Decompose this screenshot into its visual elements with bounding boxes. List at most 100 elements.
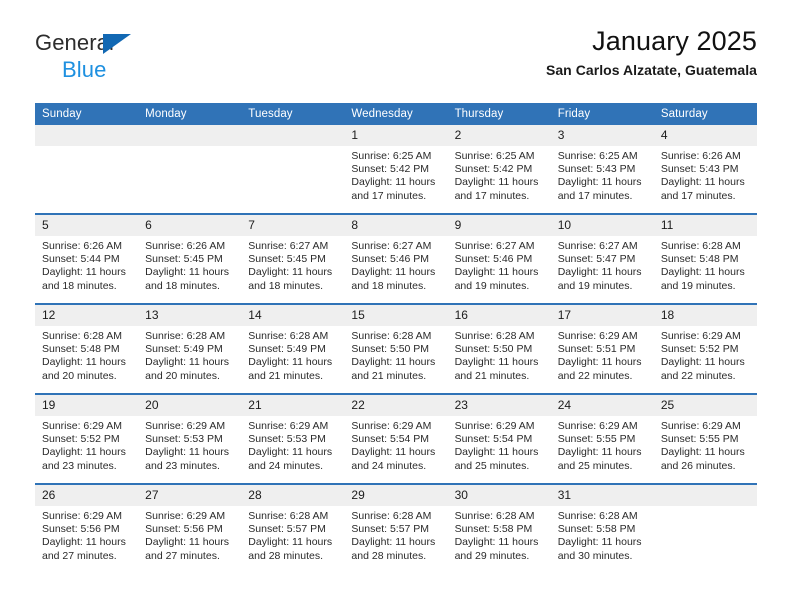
daylight-text: Daylight: 11 hours and 18 minutes. xyxy=(248,266,333,292)
sunset-text: Sunset: 5:55 PM xyxy=(557,433,636,446)
weekday-header-wednesday: Wednesday xyxy=(344,103,448,125)
calendar-day-cell[interactable]: 4 Sunrise: 6:26 AM Sunset: 5:43 PM Daylight… xyxy=(653,125,757,214)
weekday-header-tuesday: Tuesday xyxy=(241,103,345,125)
day-details: Sunrise: 6:28 AM Sunset: 5:49 PM Daylight:… xyxy=(241,326,344,383)
calendar-day-cell[interactable]: 8 Sunrise: 6:27 AM Sunset: 5:46 PM Daylight… xyxy=(344,213,448,304)
calendar-day-cell[interactable]: 12 Sunrise: 6:28 AM Sunset: 5:48 PM Dayligh… xyxy=(35,303,139,394)
day-number: 28 xyxy=(241,485,345,506)
day-number: 31 xyxy=(550,485,654,506)
calendar-day-cell[interactable]: 29 Sunrise: 6:28 AM Sunset: 5:57 PM Dayligh… xyxy=(344,483,448,573)
sunrise-text: Sunrise: 6:27 AM xyxy=(454,240,535,252)
calendar-day-cell[interactable]: 30 Sunrise: 6:28 AM Sunset: 5:58 PM Dayligh… xyxy=(447,483,551,573)
calendar-day-cell[interactable]: 15 Sunrise: 6:28 AM Sunset: 5:50 PM Dayligh… xyxy=(344,303,448,394)
sunset-text: Sunset: 5:56 PM xyxy=(42,523,120,536)
calendar-day-cell[interactable]: 9 Sunrise: 6:27 AM Sunset: 5:46 PM Daylight… xyxy=(447,213,551,304)
day-details: Sunrise: 6:26 AM Sunset: 5:45 PM Daylight:… xyxy=(138,236,241,293)
sunset-text: Sunset: 5:54 PM xyxy=(454,433,533,446)
day-number: 6 xyxy=(138,215,242,236)
sunset-text: Sunset: 5:43 PM xyxy=(557,163,636,176)
sunset-text: Sunset: 5:43 PM xyxy=(660,163,739,176)
calendar-day-cell[interactable]: 13 Sunrise: 6:28 AM Sunset: 5:49 PM Dayligh… xyxy=(138,303,242,394)
calendar-day-cell[interactable]: 28 Sunrise: 6:28 AM Sunset: 5:57 PM Dayligh… xyxy=(241,483,345,573)
weekday-header-monday: Monday xyxy=(138,103,242,125)
day-number: 23 xyxy=(447,395,551,416)
day-number: 21 xyxy=(241,395,345,416)
calendar-day-cell[interactable]: 31 Sunrise: 6:28 AM Sunset: 5:58 PM Dayligh… xyxy=(550,483,654,573)
sunrise-text: Sunrise: 6:29 AM xyxy=(248,420,329,432)
page-header: General Blue January 2025 San Carlos Alz… xyxy=(0,0,792,81)
calendar-day-cell[interactable]: 7 Sunrise: 6:27 AM Sunset: 5:45 PM Daylight… xyxy=(241,213,345,304)
day-details: Sunrise: 6:29 AM Sunset: 5:53 PM Daylight:… xyxy=(138,416,241,473)
day-details: Sunrise: 6:26 AM Sunset: 5:43 PM Daylight:… xyxy=(654,146,757,203)
calendar-day-cell[interactable]: 22 Sunrise: 6:29 AM Sunset: 5:54 PM Dayligh… xyxy=(344,393,448,484)
sunrise-text: Sunrise: 6:27 AM xyxy=(248,240,329,252)
calendar-day-cell[interactable]: 1 Sunrise: 6:25 AM Sunset: 5:42 PM Daylight… xyxy=(344,125,448,214)
calendar-day-cell[interactable]: 11 Sunrise: 6:28 AM Sunset: 5:48 PM Dayligh… xyxy=(653,213,757,304)
sunrise-text: Sunrise: 6:29 AM xyxy=(660,420,741,432)
calendar-day-cell[interactable]: 14 Sunrise: 6:28 AM Sunset: 5:49 PM Dayligh… xyxy=(241,303,345,394)
day-details: Sunrise: 6:29 AM Sunset: 5:53 PM Daylight:… xyxy=(241,416,344,473)
sunset-text: Sunset: 5:52 PM xyxy=(42,433,120,446)
calendar-day-cell[interactable]: 19 Sunrise: 6:29 AM Sunset: 5:52 PM Dayligh… xyxy=(35,393,139,484)
day-details: Sunrise: 6:25 AM Sunset: 5:43 PM Daylight:… xyxy=(551,146,654,203)
day-details: Sunrise: 6:28 AM Sunset: 5:57 PM Daylight:… xyxy=(241,506,344,563)
sunset-text: Sunset: 5:58 PM xyxy=(454,523,533,536)
day-number: 14 xyxy=(241,305,345,326)
sunrise-text: Sunrise: 6:29 AM xyxy=(351,420,432,432)
day-number: 18 xyxy=(653,305,757,326)
weekday-header-sunday: Sunday xyxy=(35,103,139,125)
brand-logo[interactable]: General Blue xyxy=(35,32,131,81)
sunrise-text: Sunrise: 6:27 AM xyxy=(351,240,432,252)
sunrise-text: Sunrise: 6:28 AM xyxy=(454,510,535,522)
daylight-text: Daylight: 11 hours and 26 minutes. xyxy=(660,446,745,472)
sunrise-text: Sunrise: 6:26 AM xyxy=(660,150,741,162)
day-number: 7 xyxy=(241,215,345,236)
sunrise-text: Sunrise: 6:29 AM xyxy=(557,330,638,342)
sunset-text: Sunset: 5:53 PM xyxy=(248,433,326,446)
daylight-text: Daylight: 11 hours and 23 minutes. xyxy=(145,446,229,472)
day-details: Sunrise: 6:27 AM Sunset: 5:46 PM Daylight:… xyxy=(344,236,447,293)
day-number: 11 xyxy=(653,215,757,236)
calendar-day-cell[interactable]: 5 Sunrise: 6:26 AM Sunset: 5:44 PM Daylight… xyxy=(35,213,139,304)
sunrise-text: Sunrise: 6:28 AM xyxy=(660,240,741,252)
day-details: Sunrise: 6:28 AM Sunset: 5:50 PM Daylight:… xyxy=(448,326,551,383)
weekday-header-friday: Friday xyxy=(550,103,654,125)
calendar-day-cell[interactable]: 16 Sunrise: 6:28 AM Sunset: 5:50 PM Dayligh… xyxy=(447,303,551,394)
page-title: January 2025 xyxy=(592,26,757,56)
calendar-day-cell[interactable]: 27 Sunrise: 6:29 AM Sunset: 5:56 PM Dayligh… xyxy=(138,483,242,573)
day-number: 19 xyxy=(35,395,139,416)
sunrise-text: Sunrise: 6:26 AM xyxy=(42,240,122,252)
sunrise-text: Sunrise: 6:28 AM xyxy=(351,510,432,522)
daylight-text: Daylight: 11 hours and 30 minutes. xyxy=(557,536,642,562)
calendar-day-cell[interactable]: 18 Sunrise: 6:29 AM Sunset: 5:52 PM Dayligh… xyxy=(653,303,757,394)
sunrise-text: Sunrise: 6:28 AM xyxy=(248,510,329,522)
calendar-day-cell[interactable]: 6 Sunrise: 6:26 AM Sunset: 5:45 PM Daylight… xyxy=(138,213,242,304)
day-details: Sunrise: 6:29 AM Sunset: 5:52 PM Daylight:… xyxy=(654,326,757,383)
calendar-day-cell[interactable]: 20 Sunrise: 6:29 AM Sunset: 5:53 PM Dayligh… xyxy=(138,393,242,484)
calendar-day-cell[interactable]: 3 Sunrise: 6:25 AM Sunset: 5:43 PM Daylight… xyxy=(550,125,654,214)
calendar-day-cell[interactable]: 17 Sunrise: 6:29 AM Sunset: 5:51 PM Dayligh… xyxy=(550,303,654,394)
sunrise-text: Sunrise: 6:27 AM xyxy=(557,240,638,252)
day-details: Sunrise: 6:29 AM Sunset: 5:51 PM Daylight:… xyxy=(551,326,654,383)
calendar-day-cell[interactable]: 2 Sunrise: 6:25 AM Sunset: 5:42 PM Daylight… xyxy=(447,125,551,214)
sunset-text: Sunset: 5:46 PM xyxy=(454,253,533,266)
calendar-day-cell[interactable]: 26 Sunrise: 6:29 AM Sunset: 5:56 PM Dayligh… xyxy=(35,483,139,573)
day-number: 13 xyxy=(138,305,242,326)
sunset-text: Sunset: 5:44 PM xyxy=(42,253,120,266)
day-number: 9 xyxy=(447,215,551,236)
sunrise-text: Sunrise: 6:29 AM xyxy=(557,420,638,432)
sunrise-text: Sunrise: 6:25 AM xyxy=(454,150,535,162)
sunset-text: Sunset: 5:57 PM xyxy=(248,523,326,536)
calendar-day-cell[interactable]: 21 Sunrise: 6:29 AM Sunset: 5:53 PM Dayligh… xyxy=(241,393,345,484)
calendar-day-cell[interactable]: 10 Sunrise: 6:27 AM Sunset: 5:47 PM Dayligh… xyxy=(550,213,654,304)
calendar-day-cell[interactable]: 24 Sunrise: 6:29 AM Sunset: 5:55 PM Dayligh… xyxy=(550,393,654,484)
sunset-text: Sunset: 5:52 PM xyxy=(660,343,739,356)
calendar-day-cell[interactable]: 25 Sunrise: 6:29 AM Sunset: 5:55 PM Dayligh… xyxy=(653,393,757,484)
calendar-day-cell[interactable]: 23 Sunrise: 6:29 AM Sunset: 5:54 PM Dayligh… xyxy=(447,393,551,484)
day-details: Sunrise: 6:29 AM Sunset: 5:54 PM Daylight:… xyxy=(344,416,447,473)
calendar-day-cell-empty xyxy=(35,125,139,214)
sunrise-text: Sunrise: 6:29 AM xyxy=(454,420,535,432)
daylight-text: Daylight: 11 hours and 25 minutes. xyxy=(557,446,642,472)
day-number: 29 xyxy=(344,485,448,506)
sunrise-text: Sunrise: 6:26 AM xyxy=(145,240,226,252)
